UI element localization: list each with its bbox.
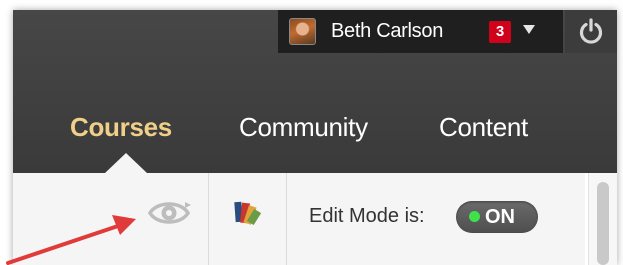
annotation-arrow-icon — [6, 215, 136, 265]
